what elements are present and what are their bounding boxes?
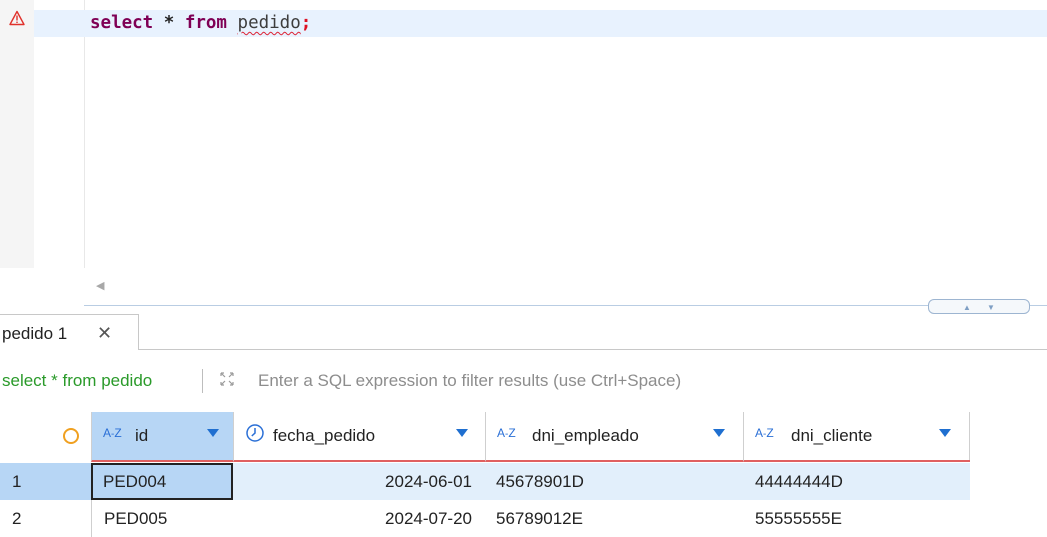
- sort-dropdown-icon[interactable]: [713, 429, 725, 437]
- text-type-icon: A-Z: [497, 426, 516, 440]
- sql-keyword-from: from: [184, 13, 227, 33]
- filter-query-text[interactable]: select * from pedido: [2, 371, 152, 391]
- splitter-handle[interactable]: ▲ ▼: [928, 299, 1030, 314]
- sql-keyword-select: select: [90, 13, 154, 33]
- table-cell-id[interactable]: PED004: [91, 463, 233, 500]
- sort-dropdown-icon[interactable]: [939, 429, 951, 437]
- text-type-icon: A-Z: [103, 426, 122, 440]
- table-row[interactable]: 2 PED005 2024-07-20 56789012E 55555555E: [0, 500, 1047, 537]
- column-name-fecha-pedido: fecha_pedido: [273, 426, 376, 445]
- table-cell-dni-cliente[interactable]: 44444444D: [743, 463, 970, 500]
- table-cell-id[interactable]: PED005: [91, 500, 233, 537]
- row-selector-circle-icon[interactable]: [63, 428, 79, 444]
- close-icon[interactable]: ✕: [97, 323, 112, 344]
- column-header-dni-empleado[interactable]: A-Z dni_empleado: [485, 412, 743, 462]
- clock-icon: [246, 424, 264, 442]
- table-cell-dni-empleado[interactable]: 45678901D: [485, 463, 743, 500]
- row-number[interactable]: 2: [0, 500, 91, 537]
- sql-semicolon: ;: [300, 13, 312, 33]
- column-header-id[interactable]: A-Z id: [91, 412, 234, 462]
- sql-table-name: pedido: [237, 13, 301, 33]
- row-number[interactable]: 1: [0, 463, 91, 500]
- chevron-up-icon[interactable]: ▲: [963, 303, 971, 312]
- grid-header-row: A-Z id fecha_pedido A-Z dni_empleado A-Z…: [0, 412, 970, 462]
- column-name-dni-cliente: dni_cliente: [791, 426, 873, 445]
- filter-bar: select * from pedido: [0, 360, 1047, 400]
- sort-dropdown-icon[interactable]: [456, 429, 468, 437]
- column-name-dni-empleado: dni_empleado: [532, 426, 639, 445]
- warning-triangle-icon: [9, 10, 25, 26]
- editor-results-splitter[interactable]: [84, 305, 1047, 306]
- filter-separator: [202, 369, 203, 393]
- sql-code-line[interactable]: select * from pedido;: [90, 11, 311, 35]
- sql-star: *: [153, 13, 185, 33]
- editor-gutter: [0, 0, 34, 268]
- column-name-id: id: [135, 426, 149, 445]
- text-type-icon: A-Z: [755, 426, 774, 440]
- grid-corner[interactable]: [0, 412, 91, 462]
- expand-arrows-icon[interactable]: [219, 371, 235, 387]
- chevron-down-icon[interactable]: ▼: [987, 303, 995, 312]
- filter-expression-input[interactable]: [258, 368, 1038, 394]
- sort-dropdown-icon[interactable]: [207, 429, 219, 437]
- tab-bar-baseline: [139, 349, 1047, 350]
- table-cell-dni-cliente[interactable]: 55555555E: [743, 500, 970, 537]
- scroll-left-arrow-icon[interactable]: ◀: [96, 279, 104, 292]
- column-header-dni-cliente[interactable]: A-Z dni_cliente: [743, 412, 970, 462]
- editor-ruler: [34, 0, 85, 268]
- editor-horizontal-scrollbar[interactable]: ◀: [84, 274, 1047, 296]
- sql-editor[interactable]: select * from pedido; ◀: [0, 0, 1047, 300]
- grid-header-end: [969, 412, 970, 460]
- column-header-fecha-pedido[interactable]: fecha_pedido: [233, 412, 485, 462]
- table-cell-dni-empleado[interactable]: 56789012E: [485, 500, 743, 537]
- tab-label: pedido 1: [2, 324, 68, 343]
- table-row[interactable]: 1 PED004 2024-06-01 45678901D 44444444D: [0, 463, 1047, 500]
- table-cell-fecha-pedido[interactable]: 2024-06-01: [233, 463, 485, 500]
- tab-results-pedido[interactable]: pedido 1 ✕: [0, 314, 139, 350]
- table-cell-fecha-pedido[interactable]: 2024-07-20: [233, 500, 485, 537]
